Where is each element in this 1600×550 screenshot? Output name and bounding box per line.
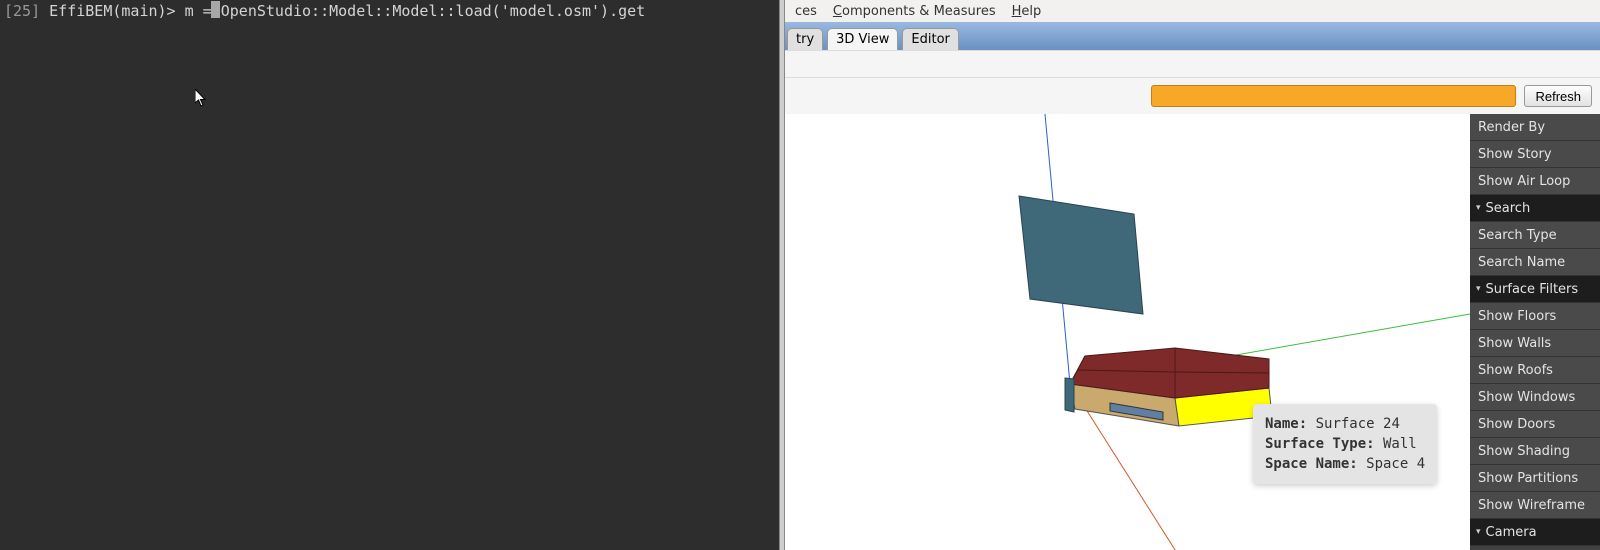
3d-viewport[interactable]: Name: Surface 24 Surface Type: Wall Spac… [785, 114, 1470, 550]
refresh-button[interactable]: Refresh [1524, 85, 1592, 107]
tab-left-partial[interactable]: try [787, 28, 823, 50]
panel-item-search-type[interactable]: Search Type [1470, 222, 1600, 249]
side-panel: Render By Show Story Show Air Loop Searc… [1470, 114, 1600, 550]
panel-item-show-roofs[interactable]: Show Roofs [1470, 357, 1600, 384]
panel-item-show-doors[interactable]: Show Doors [1470, 411, 1600, 438]
tooltip-row-space-name: Space Name: Space 4 [1265, 454, 1425, 474]
tab-3d-view[interactable]: 3D View [827, 28, 898, 50]
command-text: m = OpenStudio::Model::Model::load('mode… [185, 2, 646, 20]
panel-section-search[interactable]: Search [1470, 195, 1600, 222]
panel-item-show-story[interactable]: Show Story [1470, 141, 1600, 168]
line-number: [25] [4, 2, 40, 20]
menu-item-partial[interactable]: ces [787, 2, 825, 21]
progress-bar [1151, 85, 1516, 107]
menu-item-help[interactable]: Help [1004, 2, 1050, 21]
panel-item-show-windows[interactable]: Show Windows [1470, 384, 1600, 411]
panel-item-show-floors[interactable]: Show Floors [1470, 303, 1600, 330]
panel-item-show-air-loop[interactable]: Show Air Loop [1470, 168, 1600, 195]
tabbar: try 3D View Editor [785, 22, 1600, 50]
menubar: ces Components & Measures Help [785, 0, 1600, 22]
panel-section-surface-filters[interactable]: Surface Filters [1470, 276, 1600, 303]
panel-item-show-walls[interactable]: Show Walls [1470, 330, 1600, 357]
terminal-pane[interactable]: [25] EffiBEM(main)> m = OpenStudio::Mode… [0, 0, 779, 550]
toolbar-row [785, 50, 1600, 78]
panel-section-camera[interactable]: Camera [1470, 519, 1600, 546]
surface-tooltip: Name: Surface 24 Surface Type: Wall Spac… [1253, 404, 1437, 484]
terminal-line: [25] EffiBEM(main)> m = OpenStudio::Mode… [4, 2, 775, 20]
tooltip-row-surface-type: Surface Type: Wall [1265, 434, 1425, 454]
prompt: EffiBEM(main)> [40, 2, 185, 20]
workspace: Name: Surface 24 Surface Type: Wall Spac… [785, 114, 1600, 550]
panel-item-search-name[interactable]: Search Name [1470, 249, 1600, 276]
panel-item-show-shading[interactable]: Show Shading [1470, 438, 1600, 465]
tooltip-row-name: Name: Surface 24 [1265, 414, 1425, 434]
panel-item-show-wireframe[interactable]: Show Wireframe [1470, 492, 1600, 519]
openstudio-app-pane: ces Components & Measures Help try 3D Vi… [785, 0, 1600, 550]
progress-row: Refresh [785, 78, 1600, 114]
3d-scene [785, 114, 1470, 550]
terminal-cursor [211, 1, 220, 18]
tab-editor[interactable]: Editor [902, 28, 958, 50]
menu-item-components-measures[interactable]: Components & Measures [825, 2, 1004, 21]
mouse-cursor-icon [195, 89, 207, 107]
panel-item-render-by[interactable]: Render By [1470, 114, 1600, 141]
panel-item-show-partitions[interactable]: Show Partitions [1470, 465, 1600, 492]
